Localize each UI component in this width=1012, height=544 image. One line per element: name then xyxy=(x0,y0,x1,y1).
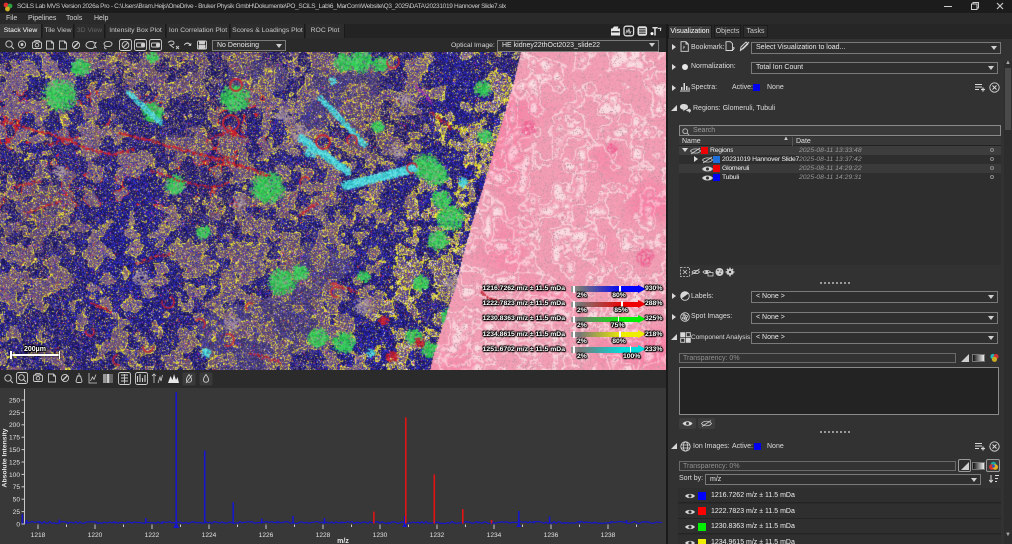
svg-text:175: 175 xyxy=(9,435,20,442)
svg-text:1224: 1224 xyxy=(202,532,217,539)
svg-text:1236: 1236 xyxy=(544,532,559,539)
svg-text:1232: 1232 xyxy=(430,532,445,539)
svg-text:1220: 1220 xyxy=(88,532,103,539)
svg-text:1226: 1226 xyxy=(259,532,274,539)
svg-text:200: 200 xyxy=(9,422,20,429)
svg-text:1234: 1234 xyxy=(487,532,502,539)
svg-text:m/z: m/z xyxy=(337,538,349,544)
svg-text:50: 50 xyxy=(13,497,21,504)
svg-text:225: 225 xyxy=(9,410,20,417)
svg-text:25: 25 xyxy=(13,509,21,516)
svg-text:0: 0 xyxy=(16,521,20,528)
svg-text:125: 125 xyxy=(9,459,20,466)
svg-text:1218: 1218 xyxy=(31,532,46,539)
svg-text:1238: 1238 xyxy=(601,532,616,539)
svg-text:Absolute Intensity: Absolute Intensity xyxy=(2,428,9,487)
svg-text:150: 150 xyxy=(9,447,20,454)
svg-text:1228: 1228 xyxy=(316,532,331,539)
svg-text:100: 100 xyxy=(9,472,20,479)
svg-text:250: 250 xyxy=(9,397,20,404)
svg-text:1222: 1222 xyxy=(145,532,160,539)
svg-text:75: 75 xyxy=(13,484,21,491)
svg-text:1230: 1230 xyxy=(373,532,388,539)
